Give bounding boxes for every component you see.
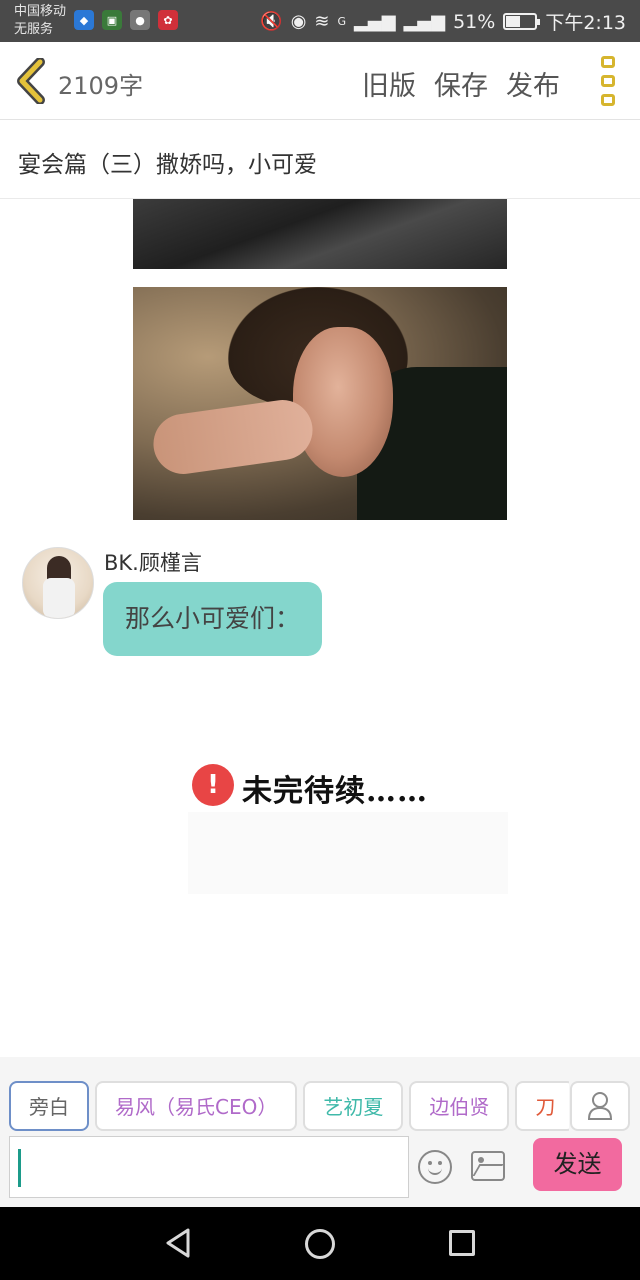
chip-yichuxia[interactable]: 艺初夏	[303, 1081, 404, 1131]
image-icon[interactable]	[471, 1151, 505, 1181]
character-chips: 旁白 易风（易氏CEO） 艺初夏 边伯贤刀	[9, 1081, 569, 1133]
clock: 下午2:13	[545, 12, 626, 34]
toolbar-actions: 旧版 保存 发布	[362, 64, 560, 103]
chip-bianboxian[interactable]: 边伯贤	[409, 1081, 510, 1131]
story-image-1[interactable]	[133, 199, 507, 269]
mute-icon: 🔇	[260, 11, 283, 32]
chip-narration[interactable]: 旁白	[9, 1081, 89, 1131]
chapter-title[interactable]: 宴会篇（三）撒娇吗，小可爱	[18, 145, 317, 179]
carrier-info: 中国移动 无服务	[14, 3, 66, 39]
chip-yifeng[interactable]: 易风（易氏CEO）	[95, 1081, 298, 1131]
eye-comfort-icon: ◉	[290, 11, 307, 32]
person-icon	[587, 1092, 613, 1120]
signal-2-icon: ▂▄▆	[403, 11, 446, 32]
shield-app-icon: ◆	[74, 10, 94, 30]
message-composer: 旁白 易风（易氏CEO） 艺初夏 边伯贤刀 发送	[0, 1057, 640, 1207]
lock-app-icon: ▣	[102, 10, 122, 30]
system-icons: 🔇 ◉ ≋ G ▂▄▆ ▂▄▆ 51% 下午2:13	[260, 8, 626, 35]
character-manager-button[interactable]	[570, 1081, 630, 1131]
old-version-button[interactable]: 旧版	[362, 64, 416, 103]
battery-icon	[503, 13, 541, 30]
notice-text: 未完待续……	[242, 774, 428, 809]
avatar[interactable]	[22, 547, 94, 619]
smiley-icon[interactable]	[418, 1150, 452, 1184]
editor-toolbar: 2109字 旧版 保存 发布	[0, 42, 640, 120]
message-bubble[interactable]: 那么小可爱们：	[103, 582, 323, 656]
nav-home-icon[interactable]	[305, 1229, 335, 1259]
signal-icon: ▂▄▆	[354, 11, 396, 32]
carrier-status: 无服务	[14, 22, 54, 37]
notification-icons: ◆ ▣ ● ✿	[74, 10, 178, 30]
word-count: 2109字	[58, 72, 144, 100]
wifi-icon: ≋	[314, 11, 330, 32]
message-input[interactable]	[9, 1136, 409, 1198]
chevron-left-icon	[17, 57, 45, 105]
to-be-continued-notice[interactable]: ! 未完待续……	[188, 760, 518, 900]
nav-back-icon[interactable]	[165, 1227, 191, 1259]
navigation-bar	[0, 1207, 640, 1280]
publish-button[interactable]: 发布	[506, 64, 560, 103]
more-vertical-icon[interactable]	[598, 56, 618, 106]
carrier-name: 中国移动	[14, 4, 67, 19]
story-image-2[interactable]	[133, 287, 507, 520]
nav-recent-apps-icon[interactable]	[449, 1230, 475, 1256]
huawei-icon: ✿	[158, 10, 178, 30]
notice-panel	[188, 812, 508, 894]
send-button[interactable]: 发送	[533, 1138, 622, 1191]
chat-message[interactable]: BK.顾槿言 那么小可爱们：	[22, 545, 622, 665]
status-bar: 中国移动 无服务 ◆ ▣ ● ✿ 🔇 ◉ ≋ G ▂▄▆ ▂▄▆ 51% 下午2…	[0, 0, 640, 42]
battery-percent: 51%	[453, 10, 496, 33]
chip-partial[interactable]: 刀	[515, 1081, 569, 1131]
wechat-icon: ●	[130, 10, 150, 30]
save-button[interactable]: 保存	[434, 64, 488, 103]
warning-icon: !	[192, 764, 234, 806]
chapter-title-bar[interactable]: 宴会篇（三）撒娇吗，小可爱	[0, 121, 640, 199]
network-type: G	[337, 15, 347, 28]
speaker-name: BK.顾槿言	[104, 551, 202, 575]
back-button[interactable]	[14, 57, 54, 105]
text-cursor	[18, 1149, 21, 1187]
